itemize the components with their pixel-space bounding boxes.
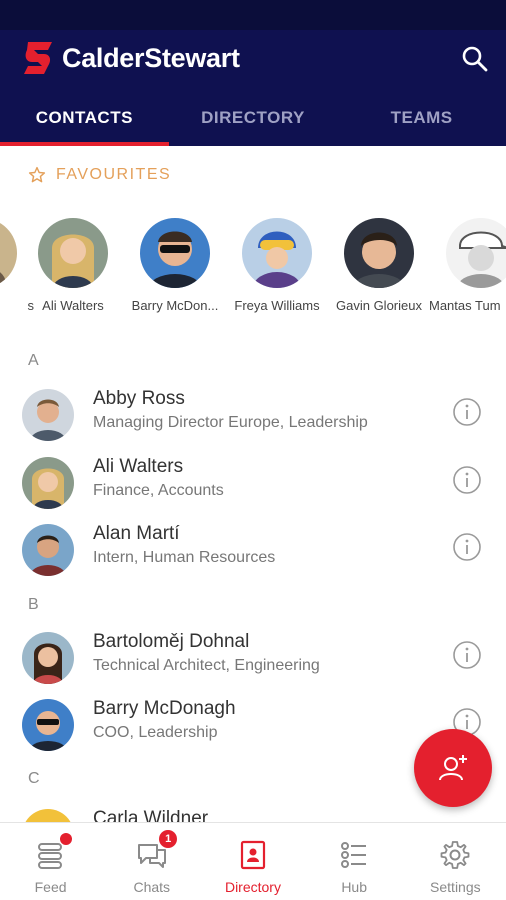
contact-name: Abby Ross (93, 388, 185, 409)
favourites-title: FAVOURITES (56, 166, 172, 183)
nav-label: Settings (430, 879, 481, 895)
avatar (38, 218, 108, 288)
section-letter: B (28, 596, 39, 613)
app-header: CalderStewart (0, 30, 506, 90)
hub-icon (341, 842, 367, 868)
avatar (446, 218, 506, 288)
favourite-name: Barry McDon... (131, 298, 219, 313)
contact-role: Finance, Accounts (93, 482, 224, 499)
star-icon (28, 166, 46, 183)
nav-chats[interactable]: Chats 1 (101, 823, 202, 900)
info-icon[interactable] (452, 397, 482, 427)
add-user-icon (439, 755, 467, 781)
favourite-name: Mantas Tum (429, 298, 501, 313)
info-icon[interactable] (452, 640, 482, 670)
gear-icon (440, 841, 470, 869)
nav-feed[interactable]: Feed (0, 823, 101, 900)
contact-role: Intern, Human Resources (93, 549, 276, 566)
add-contact-button[interactable] (414, 729, 492, 807)
nav-hub[interactable]: Hub (304, 823, 405, 900)
avatar (22, 389, 74, 441)
favourite-item[interactable]: Freya Williams (225, 218, 329, 313)
contact-role: Managing Director Europe, Leadership (93, 414, 368, 431)
favourites-header: FAVOURITES (28, 166, 171, 184)
tab-teams[interactable]: TEAMS (337, 90, 506, 146)
tab-bar: CONTACTS DIRECTORY TEAMS (0, 90, 506, 146)
nav-label: Directory (224, 879, 281, 895)
favourite-name: Gavin Glorieux (336, 298, 422, 313)
avatar (22, 699, 74, 751)
contact-role: Technical Architect, Engineering (93, 657, 320, 674)
brand-name: CalderStewart (62, 42, 240, 73)
directory-icon (240, 840, 266, 870)
nav-settings[interactable]: Settings (405, 823, 506, 900)
section-letter: A (28, 352, 39, 369)
contact-row[interactable]: Ali Walters Finance, Accounts (0, 450, 506, 514)
tab-directory[interactable]: DIRECTORY (169, 90, 338, 146)
favourite-item[interactable]: Mantas Tum (429, 218, 506, 313)
contact-name: Ali Walters (93, 456, 184, 477)
favourite-name: Freya Williams (234, 298, 320, 313)
tab-contacts[interactable]: CONTACTS (0, 90, 169, 146)
avatar (22, 632, 74, 684)
search-icon (462, 46, 488, 72)
contact-role: COO, Leadership (93, 724, 218, 741)
unread-badge: 1 (159, 830, 178, 848)
contact-name: Barry McDonagh (93, 698, 236, 719)
contact-row[interactable]: Abby Ross Managing Director Europe, Lead… (0, 382, 506, 446)
contact-row[interactable]: Bartoloměj Dohnal Technical Architect, E… (0, 625, 506, 689)
favourite-item[interactable]: Ali Walters (21, 218, 125, 313)
nav-directory[interactable]: Directory (202, 823, 303, 900)
contact-row[interactable]: Alan Martí Intern, Human Resources (0, 517, 506, 581)
avatar (0, 218, 17, 288)
notification-dot (60, 833, 72, 845)
avatar (140, 218, 210, 288)
bottom-nav: Feed Chats 1 Directory Hub Settings (0, 822, 506, 900)
info-icon[interactable] (452, 465, 482, 495)
favourite-item[interactable]: Gavin Glorieux (327, 218, 431, 313)
nav-label: Hub (341, 879, 367, 895)
avatar (22, 524, 74, 576)
contact-name: Bartoloměj Dohnal (93, 631, 250, 652)
nav-label: Feed (34, 879, 67, 895)
favourite-name: Ali Walters (42, 298, 104, 313)
avatar (242, 218, 312, 288)
brand-logo: CalderStewart (22, 40, 240, 76)
brand-s-icon (24, 42, 52, 74)
status-bar (0, 0, 506, 30)
favourite-item[interactable]: Barry McDon... (123, 218, 227, 313)
contact-name: Alan Martí (93, 523, 180, 544)
avatar (22, 457, 74, 509)
info-icon[interactable] (452, 532, 482, 562)
nav-label: Chats (133, 879, 171, 895)
avatar (344, 218, 414, 288)
search-button[interactable] (458, 42, 492, 76)
favourites-row: s Ali Walters Barry McDon... Freya Willi… (0, 218, 506, 328)
section-letter: C (28, 770, 40, 787)
